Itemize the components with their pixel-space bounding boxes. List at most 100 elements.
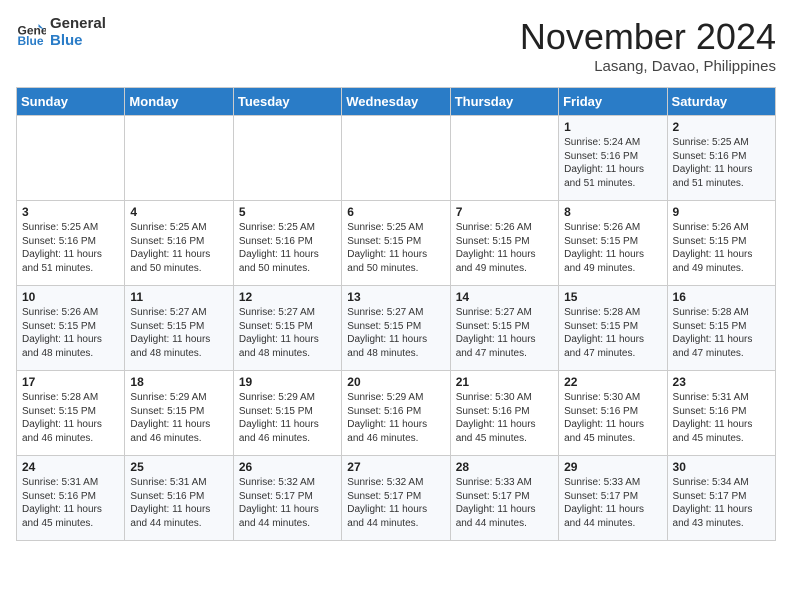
day-info: Sunrise: 5:31 AM Sunset: 5:16 PM Dayligh… bbox=[673, 391, 770, 445]
calendar-table: SundayMondayTuesdayWednesdayThursdayFrid… bbox=[16, 87, 776, 541]
calendar-cell: 6 Sunrise: 5:25 AM Sunset: 5:15 PM Daylig… bbox=[342, 201, 450, 286]
day-info: Sunrise: 5:31 AM Sunset: 5:16 PM Dayligh… bbox=[130, 476, 227, 530]
day-info: Sunrise: 5:25 AM Sunset: 5:16 PM Dayligh… bbox=[130, 221, 227, 275]
calendar-cell: 23Sunrise: 5:31 AM Sunset: 5:16 PM Dayli… bbox=[667, 371, 775, 456]
day-number: 30 bbox=[673, 460, 770, 474]
page-header: General Blue General Blue November 2024 … bbox=[16, 16, 776, 75]
day-number: 18 bbox=[130, 375, 227, 389]
day-info: Sunrise: 5:33 AM Sunset: 5:17 PM Dayligh… bbox=[564, 476, 661, 530]
day-number: 22 bbox=[564, 375, 661, 389]
day-number: 27 bbox=[347, 460, 444, 474]
day-number: 7 bbox=[456, 205, 553, 219]
title-block: November 2024 Lasang, Davao, Philippines bbox=[520, 16, 776, 75]
calendar-cell: 3Sunrise: 5:25 AM Sunset: 5:16 PM Daylig… bbox=[17, 201, 125, 286]
day-info: Sunrise: 5:25 AM Sunset: 5:16 PM Dayligh… bbox=[22, 221, 119, 275]
calendar-cell: 25 Sunrise: 5:31 AM Sunset: 5:16 PM Dayli… bbox=[125, 456, 233, 541]
calendar-cell: 17 Sunrise: 5:28 AM Sunset: 5:15 PM Dayli… bbox=[17, 371, 125, 456]
day-number: 17 bbox=[22, 375, 119, 389]
day-info: Sunrise: 5:26 AM Sunset: 5:15 PM Dayligh… bbox=[456, 221, 553, 275]
month-title: November 2024 bbox=[520, 16, 776, 58]
day-number: 13 bbox=[347, 290, 444, 304]
day-number: 4 bbox=[130, 205, 227, 219]
day-info: Sunrise: 5:27 AM Sunset: 5:15 PM Dayligh… bbox=[347, 306, 444, 360]
day-number: 14 bbox=[456, 290, 553, 304]
day-number: 5 bbox=[239, 205, 336, 219]
day-number: 24 bbox=[22, 460, 119, 474]
weekday-header-wednesday: Wednesday bbox=[342, 88, 450, 116]
week-row-4: 17 Sunrise: 5:28 AM Sunset: 5:15 PM Dayli… bbox=[17, 371, 776, 456]
day-info: Sunrise: 5:25 AM Sunset: 5:16 PM Dayligh… bbox=[239, 221, 336, 275]
calendar-cell: 5 Sunrise: 5:25 AM Sunset: 5:16 PM Daylig… bbox=[233, 201, 341, 286]
calendar-cell: 12Sunrise: 5:27 AM Sunset: 5:15 PM Dayli… bbox=[233, 286, 341, 371]
day-number: 19 bbox=[239, 375, 336, 389]
day-info: Sunrise: 5:28 AM Sunset: 5:15 PM Dayligh… bbox=[564, 306, 661, 360]
day-number: 15 bbox=[564, 290, 661, 304]
calendar-cell: 7 Sunrise: 5:26 AM Sunset: 5:15 PM Daylig… bbox=[450, 201, 558, 286]
weekday-header-saturday: Saturday bbox=[667, 88, 775, 116]
day-info: Sunrise: 5:25 AM Sunset: 5:16 PM Dayligh… bbox=[673, 136, 770, 190]
day-number: 12 bbox=[239, 290, 336, 304]
calendar-cell: 15 Sunrise: 5:28 AM Sunset: 5:15 PM Dayli… bbox=[559, 286, 667, 371]
day-info: Sunrise: 5:28 AM Sunset: 5:15 PM Dayligh… bbox=[22, 391, 119, 445]
weekday-header-thursday: Thursday bbox=[450, 88, 558, 116]
day-number: 16 bbox=[673, 290, 770, 304]
logo-blue: Blue bbox=[50, 33, 106, 50]
weekday-header-row: SundayMondayTuesdayWednesdayThursdayFrid… bbox=[17, 88, 776, 116]
calendar-cell: 22 Sunrise: 5:30 AM Sunset: 5:16 PM Dayli… bbox=[559, 371, 667, 456]
week-row-1: 1 Sunrise: 5:24 AM Sunset: 5:16 PM Daylig… bbox=[17, 116, 776, 201]
day-number: 2 bbox=[673, 120, 770, 134]
week-row-2: 3Sunrise: 5:25 AM Sunset: 5:16 PM Daylig… bbox=[17, 201, 776, 286]
day-number: 28 bbox=[456, 460, 553, 474]
calendar-cell bbox=[233, 116, 341, 201]
day-info: Sunrise: 5:32 AM Sunset: 5:17 PM Dayligh… bbox=[239, 476, 336, 530]
day-info: Sunrise: 5:29 AM Sunset: 5:15 PM Dayligh… bbox=[239, 391, 336, 445]
weekday-header-friday: Friday bbox=[559, 88, 667, 116]
calendar-cell bbox=[342, 116, 450, 201]
calendar-cell: 8 Sunrise: 5:26 AM Sunset: 5:15 PM Daylig… bbox=[559, 201, 667, 286]
week-row-3: 10 Sunrise: 5:26 AM Sunset: 5:15 PM Dayli… bbox=[17, 286, 776, 371]
day-info: Sunrise: 5:34 AM Sunset: 5:17 PM Dayligh… bbox=[673, 476, 770, 530]
calendar-cell: 19 Sunrise: 5:29 AM Sunset: 5:15 PM Dayli… bbox=[233, 371, 341, 456]
calendar-cell: 13 Sunrise: 5:27 AM Sunset: 5:15 PM Dayli… bbox=[342, 286, 450, 371]
day-number: 21 bbox=[456, 375, 553, 389]
weekday-header-tuesday: Tuesday bbox=[233, 88, 341, 116]
calendar-cell: 30 Sunrise: 5:34 AM Sunset: 5:17 PM Dayli… bbox=[667, 456, 775, 541]
logo-icon: General Blue bbox=[16, 18, 46, 48]
calendar-cell: 4 Sunrise: 5:25 AM Sunset: 5:16 PM Daylig… bbox=[125, 201, 233, 286]
day-number: 25 bbox=[130, 460, 227, 474]
day-number: 9 bbox=[673, 205, 770, 219]
weekday-header-monday: Monday bbox=[125, 88, 233, 116]
logo: General Blue General Blue bbox=[16, 16, 106, 49]
calendar-cell: 18 Sunrise: 5:29 AM Sunset: 5:15 PM Dayli… bbox=[125, 371, 233, 456]
calendar-cell: 16 Sunrise: 5:28 AM Sunset: 5:15 PM Dayli… bbox=[667, 286, 775, 371]
calendar-cell: 24Sunrise: 5:31 AM Sunset: 5:16 PM Dayli… bbox=[17, 456, 125, 541]
day-info: Sunrise: 5:27 AM Sunset: 5:15 PM Dayligh… bbox=[130, 306, 227, 360]
calendar-cell: 9 Sunrise: 5:26 AM Sunset: 5:15 PM Daylig… bbox=[667, 201, 775, 286]
calendar-cell bbox=[450, 116, 558, 201]
location: Lasang, Davao, Philippines bbox=[520, 58, 776, 75]
day-info: Sunrise: 5:29 AM Sunset: 5:15 PM Dayligh… bbox=[130, 391, 227, 445]
calendar-cell: 28Sunrise: 5:33 AM Sunset: 5:17 PM Dayli… bbox=[450, 456, 558, 541]
calendar-cell: 20Sunrise: 5:29 AM Sunset: 5:16 PM Dayli… bbox=[342, 371, 450, 456]
day-info: Sunrise: 5:25 AM Sunset: 5:15 PM Dayligh… bbox=[347, 221, 444, 275]
svg-text:Blue: Blue bbox=[18, 34, 44, 48]
day-info: Sunrise: 5:26 AM Sunset: 5:15 PM Dayligh… bbox=[673, 221, 770, 275]
weekday-header-sunday: Sunday bbox=[17, 88, 125, 116]
day-number: 6 bbox=[347, 205, 444, 219]
day-number: 8 bbox=[564, 205, 661, 219]
calendar-cell: 26 Sunrise: 5:32 AM Sunset: 5:17 PM Dayli… bbox=[233, 456, 341, 541]
day-info: Sunrise: 5:28 AM Sunset: 5:15 PM Dayligh… bbox=[673, 306, 770, 360]
day-info: Sunrise: 5:30 AM Sunset: 5:16 PM Dayligh… bbox=[564, 391, 661, 445]
day-number: 26 bbox=[239, 460, 336, 474]
day-number: 10 bbox=[22, 290, 119, 304]
day-info: Sunrise: 5:26 AM Sunset: 5:15 PM Dayligh… bbox=[22, 306, 119, 360]
calendar-cell bbox=[17, 116, 125, 201]
calendar-cell: 11Sunrise: 5:27 AM Sunset: 5:15 PM Dayli… bbox=[125, 286, 233, 371]
calendar-cell: 21Sunrise: 5:30 AM Sunset: 5:16 PM Dayli… bbox=[450, 371, 558, 456]
calendar-cell: 10 Sunrise: 5:26 AM Sunset: 5:15 PM Dayli… bbox=[17, 286, 125, 371]
day-info: Sunrise: 5:26 AM Sunset: 5:15 PM Dayligh… bbox=[564, 221, 661, 275]
day-number: 1 bbox=[564, 120, 661, 134]
day-info: Sunrise: 5:24 AM Sunset: 5:16 PM Dayligh… bbox=[564, 136, 661, 190]
calendar-cell: 1 Sunrise: 5:24 AM Sunset: 5:16 PM Daylig… bbox=[559, 116, 667, 201]
calendar-cell: 14Sunrise: 5:27 AM Sunset: 5:15 PM Dayli… bbox=[450, 286, 558, 371]
